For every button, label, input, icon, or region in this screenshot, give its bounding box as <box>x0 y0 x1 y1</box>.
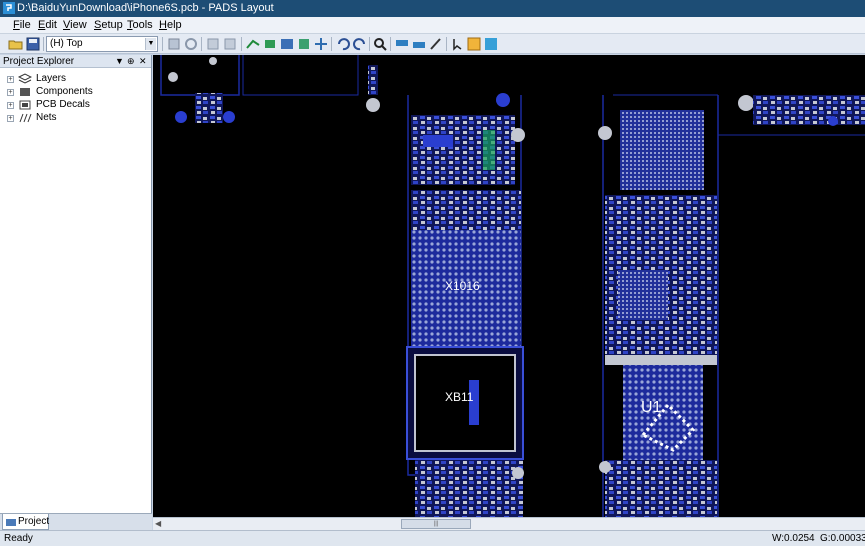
dropdown-icon[interactable]: ▼ <box>115 55 124 68</box>
scroll-thumb[interactable]: ||| <box>401 519 471 529</box>
3d-view-icon[interactable] <box>483 36 499 52</box>
u1-label: U1 <box>641 399 662 416</box>
expand-icon[interactable]: + <box>7 102 14 109</box>
layer-select-value: (H) Top <box>50 38 83 49</box>
scroll-left-icon[interactable]: ◀ <box>155 519 161 528</box>
explorer-header: Project Explorer ▼ ⊕ ✕ <box>0 55 151 68</box>
horizontal-scrollbar[interactable]: ◀ ||| <box>153 517 865 530</box>
pads-app-icon <box>3 2 15 14</box>
close-icon[interactable]: ✕ <box>139 55 147 68</box>
menu-view[interactable]: View <box>63 19 87 31</box>
upper-bga-chip[interactable] <box>620 110 704 190</box>
menu-tools[interactable]: Tools <box>127 19 153 31</box>
status-grid-value: G:0.00033 0 <box>820 533 865 544</box>
pcb-canvas[interactable]: X1016 XB11 U1 <box>153 55 865 517</box>
layer-select[interactable]: (H) Top ▼ <box>46 36 158 52</box>
undo-icon[interactable] <box>335 36 351 52</box>
menu-help[interactable]: Help <box>159 19 182 31</box>
components-icon <box>20 88 30 96</box>
title-bar: D:\BaiduYunDownload\iPhone6S.pcb - PADS … <box>0 0 865 17</box>
redo-icon[interactable] <box>352 36 368 52</box>
small-component-cluster <box>195 93 223 123</box>
pcb-drawing: X1016 XB11 U1 <box>160 55 865 517</box>
status-width-value: W:0.0254 <box>772 533 815 544</box>
properties-icon[interactable] <box>166 36 182 52</box>
menu-file[interactable]: File <box>13 19 31 31</box>
menu-bar: File Edit View Setup Tools Help <box>0 17 865 34</box>
toolbar: (H) Top ▼ <box>0 34 865 54</box>
drc-icon[interactable] <box>296 36 312 52</box>
x1016-label: X1016 <box>445 279 480 293</box>
nets-icon <box>19 113 32 123</box>
tab-project[interactable]: Project <box>2 514 49 530</box>
pcb-decals-icon <box>19 100 31 110</box>
project-icon <box>6 519 16 526</box>
paste-icon[interactable] <box>222 36 238 52</box>
highlight-icon[interactable] <box>466 36 482 52</box>
pin-icon[interactable]: ⊕ <box>127 55 135 68</box>
chevron-down-icon[interactable]: ▼ <box>145 38 156 50</box>
save-icon[interactable] <box>25 36 41 52</box>
brush-icon[interactable] <box>428 36 444 52</box>
copy-icon[interactable] <box>205 36 221 52</box>
netlist-icon[interactable] <box>313 36 329 52</box>
xb11-label: XB11 <box>445 390 474 404</box>
refresh-icon[interactable] <box>183 36 199 52</box>
view-bottom-icon[interactable] <box>411 36 427 52</box>
project-explorer: Project Explorer ▼ ⊕ ✕ + Layers + Compon… <box>0 55 152 530</box>
expand-icon[interactable]: + <box>7 115 14 122</box>
route-icon[interactable] <box>245 36 261 52</box>
component-area-upper <box>411 115 515 185</box>
status-bar: Ready W:0.0254 G:0.00033 0 <box>0 530 865 546</box>
status-text: Ready <box>4 533 33 544</box>
component-icon[interactable] <box>262 36 278 52</box>
select-icon[interactable] <box>450 36 466 52</box>
board-icon[interactable] <box>279 36 295 52</box>
zoom-icon[interactable] <box>372 36 388 52</box>
window-title: D:\BaiduYunDownload\iPhone6S.pcb - PADS … <box>17 2 274 14</box>
expand-icon[interactable]: + <box>7 89 14 96</box>
open-icon[interactable] <box>8 36 24 52</box>
explorer-tabs: Project <box>0 513 152 530</box>
expand-icon[interactable]: + <box>7 76 14 83</box>
menu-setup[interactable]: Setup <box>94 19 123 31</box>
explorer-title: Project Explorer <box>3 56 75 67</box>
view-top-icon[interactable] <box>394 36 410 52</box>
menu-edit[interactable]: Edit <box>38 19 57 31</box>
layers-icon <box>18 73 32 84</box>
